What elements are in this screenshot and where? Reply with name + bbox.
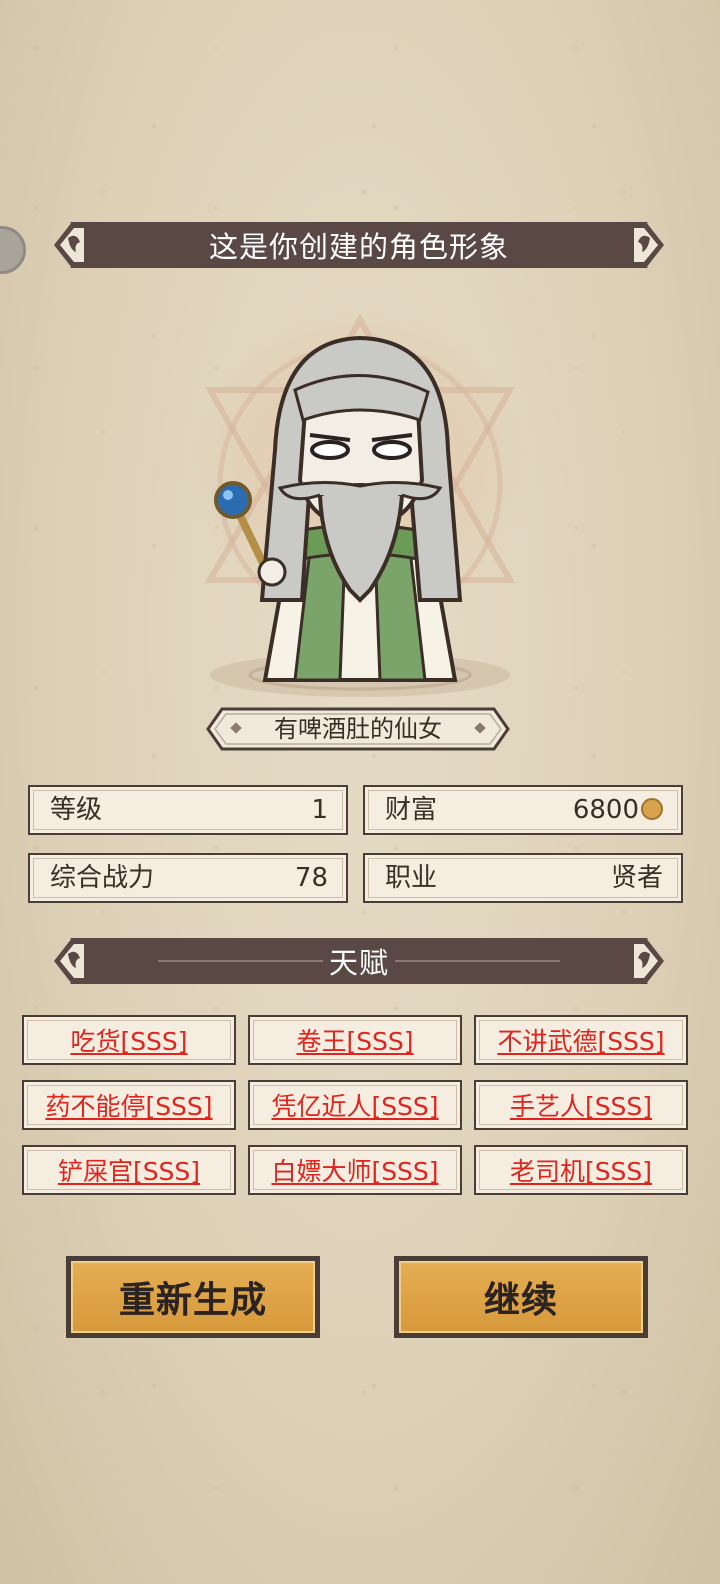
title-banner: 这是你创建的角色形象 (48, 222, 670, 268)
talent-label[interactable]: 老司机[SSS] (510, 1152, 652, 1188)
character-portrait (170, 300, 550, 700)
stat-job: 职业 贤者 (363, 853, 683, 903)
talent-item[interactable]: 药不能停[SSS] (22, 1080, 236, 1130)
stat-wealth-label: 财富 (385, 795, 438, 825)
talent-item[interactable]: 老司机[SSS] (474, 1145, 688, 1195)
stat-level-label: 等级 (50, 795, 103, 825)
talent-label[interactable]: 凭亿近人[SSS] (271, 1087, 438, 1123)
talent-label[interactable]: 吃货[SSS] (70, 1022, 187, 1058)
talent-label[interactable]: 白嫖大师[SSS] (271, 1152, 438, 1188)
talent-item[interactable]: 不讲武德[SSS] (474, 1015, 688, 1065)
continue-button-label: 继续 (483, 1280, 558, 1321)
talent-item[interactable]: 手艺人[SSS] (474, 1080, 688, 1130)
stat-level: 等级 1 (28, 785, 348, 835)
stat-power-value: 78 (294, 863, 328, 893)
talent-label[interactable]: 铲屎官[SSS] (58, 1152, 200, 1188)
stat-wealth: 财富 6800 (363, 785, 683, 835)
talent-title: 天赋 (328, 946, 389, 980)
stat-job-label: 职业 (385, 863, 438, 893)
stat-level-value: 1 (311, 795, 328, 825)
talent-label[interactable]: 药不能停[SSS] (45, 1087, 212, 1123)
talent-item[interactable]: 卷王[SSS] (248, 1015, 462, 1065)
stat-power: 综合战力 78 (28, 853, 348, 903)
continue-button[interactable]: 继续 (394, 1256, 648, 1338)
talent-item[interactable]: 白嫖大师[SSS] (248, 1145, 462, 1195)
page-title: 这是你创建的角色形象 (208, 230, 509, 264)
talent-item[interactable]: 凭亿近人[SSS] (248, 1080, 462, 1130)
regenerate-button[interactable]: 重新生成 (66, 1256, 320, 1338)
talent-item[interactable]: 铲屎官[SSS] (22, 1145, 236, 1195)
talent-banner: 天赋 (48, 938, 670, 984)
character-name-plate: 有啤酒肚的仙女 (206, 707, 510, 751)
stat-wealth-value: 6800 (572, 795, 639, 825)
regenerate-button-label: 重新生成 (118, 1280, 267, 1321)
talent-label[interactable]: 卷王[SSS] (296, 1022, 413, 1058)
character-name: 有啤酒肚的仙女 (274, 715, 442, 743)
talent-item[interactable]: 吃货[SSS] (22, 1015, 236, 1065)
avatar-icon[interactable] (0, 226, 26, 274)
talent-label[interactable]: 不讲武德[SSS] (497, 1022, 664, 1058)
stat-job-value: 贤者 (610, 863, 663, 893)
talent-label[interactable]: 手艺人[SSS] (510, 1087, 652, 1123)
stat-power-label: 综合战力 (50, 863, 155, 893)
coin-icon (641, 797, 663, 820)
